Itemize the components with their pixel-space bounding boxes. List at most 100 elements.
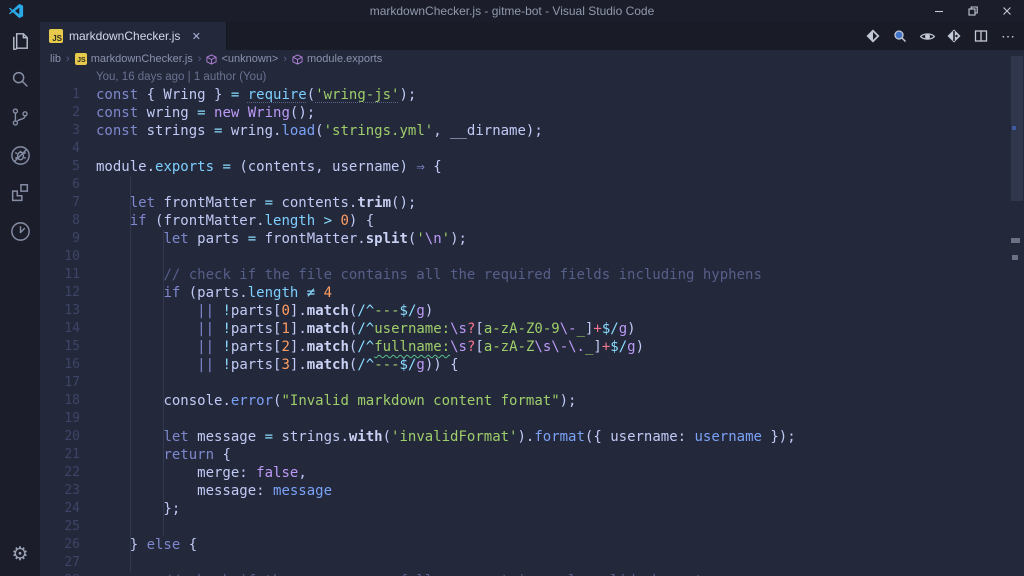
line-number: 14 [40, 320, 80, 338]
line-number: 6 [40, 176, 80, 194]
code-text[interactable] [80, 410, 96, 428]
chevron-right-icon: › [66, 53, 70, 65]
tab-bar: JS markdownChecker.js ✕ [40, 22, 1024, 50]
more-actions-icon[interactable]: ⋯ [998, 26, 1018, 46]
code-line: 13 || !parts[0].match(/^---$/g) [40, 302, 1024, 320]
code-lines: You, 16 days ago | 1 author (You)1const … [40, 68, 1024, 576]
line-number: 11 [40, 266, 80, 284]
line-number: 3 [40, 122, 80, 140]
extensions-icon[interactable] [0, 174, 40, 212]
line-number: 7 [40, 194, 80, 212]
code-line: 17 [40, 374, 1024, 392]
restore-button[interactable] [956, 0, 990, 22]
code-line: 5module.exports = (contents, username) ⇒… [40, 158, 1024, 176]
code-text[interactable]: }; [80, 500, 180, 518]
line-number: 9 [40, 230, 80, 248]
code-line: 21 return { [40, 446, 1024, 464]
code-text[interactable]: || !parts[0].match(/^---$/g) [80, 302, 433, 320]
code-text[interactable]: const strings = wring.load('strings.yml'… [80, 122, 543, 140]
code-line: 8 if (frontMatter.length > 0) { [40, 212, 1024, 230]
gitlens-graph-icon[interactable] [944, 26, 964, 46]
breadcrumb-item-module-exports[interactable]: module.exports [292, 53, 382, 65]
editor-pane[interactable]: You, 16 days ago | 1 author (You)1const … [40, 68, 1024, 576]
code-text[interactable] [80, 518, 96, 536]
code-text[interactable]: // check if the username or fullname con… [80, 572, 728, 576]
eye-blame-icon[interactable] [917, 26, 937, 46]
code-text[interactable]: const wring = new Wring(); [80, 104, 315, 122]
line-number: 12 [40, 284, 80, 302]
code-text[interactable]: let parts = frontMatter.split('\n'); [80, 230, 467, 248]
vscode-logo-icon [8, 3, 24, 19]
close-button[interactable] [990, 0, 1024, 22]
code-text[interactable]: let frontMatter = contents.trim(); [80, 194, 416, 212]
tab-close-icon[interactable]: ✕ [188, 28, 204, 44]
line-number: 4 [40, 140, 80, 158]
code-line: 3const strings = wring.load('strings.yml… [40, 122, 1024, 140]
js-file-icon: JS [75, 53, 87, 65]
code-line: 27 [40, 554, 1024, 572]
code-text[interactable] [80, 140, 96, 158]
settings-gear-icon[interactable]: ⚙ [0, 534, 40, 574]
code-text[interactable]: const { Wring } = require('wring-js'); [80, 86, 416, 104]
tab-label: markdownChecker.js [69, 29, 180, 43]
breadcrumb-item-unknown[interactable]: <unknown> [206, 53, 278, 65]
code-text[interactable]: module.exports = (contents, username) ⇒ … [80, 158, 442, 176]
split-editor-icon[interactable] [971, 26, 991, 46]
line-number: 23 [40, 482, 80, 500]
code-text[interactable]: // check if the file contains all the re… [80, 266, 762, 284]
minimize-button[interactable] [922, 0, 956, 22]
symbol-module-icon [292, 54, 303, 65]
code-text[interactable]: || !parts[1].match(/^username:\s?[a-zA-Z… [80, 320, 636, 338]
line-number: 16 [40, 356, 80, 374]
line-number: 10 [40, 248, 80, 266]
chevron-right-icon: › [283, 53, 287, 65]
debug-icon[interactable] [0, 136, 40, 174]
code-text[interactable]: merge: false, [80, 464, 307, 482]
code-line: 12 if (parts.length ≠ 4 [40, 284, 1024, 302]
breadcrumb-item-lib[interactable]: lib [50, 53, 61, 65]
code-text[interactable]: let message = strings.with('invalidForma… [80, 428, 796, 446]
code-text[interactable] [80, 248, 96, 266]
tab-markdownchecker[interactable]: JS markdownChecker.js ✕ [40, 22, 227, 50]
overview-ruler-mark [1012, 255, 1018, 260]
code-text[interactable] [80, 176, 96, 194]
line-number: 27 [40, 554, 80, 572]
js-file-icon: JS [49, 29, 63, 43]
search-preview-icon[interactable] [890, 26, 910, 46]
window-title: markdownChecker.js - gitme-bot - Visual … [0, 4, 1024, 18]
vscode-window: markdownChecker.js - gitme-bot - Visual … [0, 0, 1024, 576]
code-text[interactable] [80, 554, 96, 572]
scrollbar[interactable] [1010, 50, 1024, 576]
code-text[interactable]: console.error("Invalid markdown content … [80, 392, 576, 410]
code-text[interactable]: || !parts[2].match(/^fullname:\s?[a-zA-Z… [80, 338, 644, 356]
code-line: 26 } else { [40, 536, 1024, 554]
line-number: 28 [40, 572, 80, 576]
code-line: 16 || !parts[3].match(/^---$/g)) { [40, 356, 1024, 374]
code-text[interactable]: || !parts[3].match(/^---$/g)) { [80, 356, 459, 374]
code-line: 10 [40, 248, 1024, 266]
line-number: 5 [40, 158, 80, 176]
line-number: 26 [40, 536, 80, 554]
code-text[interactable]: message: message [80, 482, 332, 500]
gitlens-diamond-icon[interactable] [863, 26, 883, 46]
code-line: 11 // check if the file contains all the… [40, 266, 1024, 284]
git-blame-annotation[interactable]: You, 16 days ago | 1 author (You) [40, 68, 1024, 86]
line-number: 2 [40, 104, 80, 122]
explorer-icon[interactable] [0, 22, 40, 60]
code-text[interactable]: return { [80, 446, 231, 464]
titlebar: markdownChecker.js - gitme-bot - Visual … [0, 0, 1024, 22]
line-number: 15 [40, 338, 80, 356]
source-control-icon[interactable] [0, 98, 40, 136]
search-icon[interactable] [0, 60, 40, 98]
code-text[interactable]: } else { [80, 536, 197, 554]
clock-extension-icon[interactable] [0, 212, 40, 250]
code-text[interactable]: if (frontMatter.length > 0) { [80, 212, 374, 230]
code-line: 20 let message = strings.with('invalidFo… [40, 428, 1024, 446]
overview-ruler-mark [1011, 238, 1020, 243]
code-text[interactable]: if (parts.length ≠ 4 [80, 284, 332, 302]
line-number: 21 [40, 446, 80, 464]
code-line: 6 [40, 176, 1024, 194]
code-text[interactable] [80, 374, 96, 392]
breadcrumb-item-file[interactable]: JS markdownChecker.js [75, 53, 193, 65]
line-number: 18 [40, 392, 80, 410]
